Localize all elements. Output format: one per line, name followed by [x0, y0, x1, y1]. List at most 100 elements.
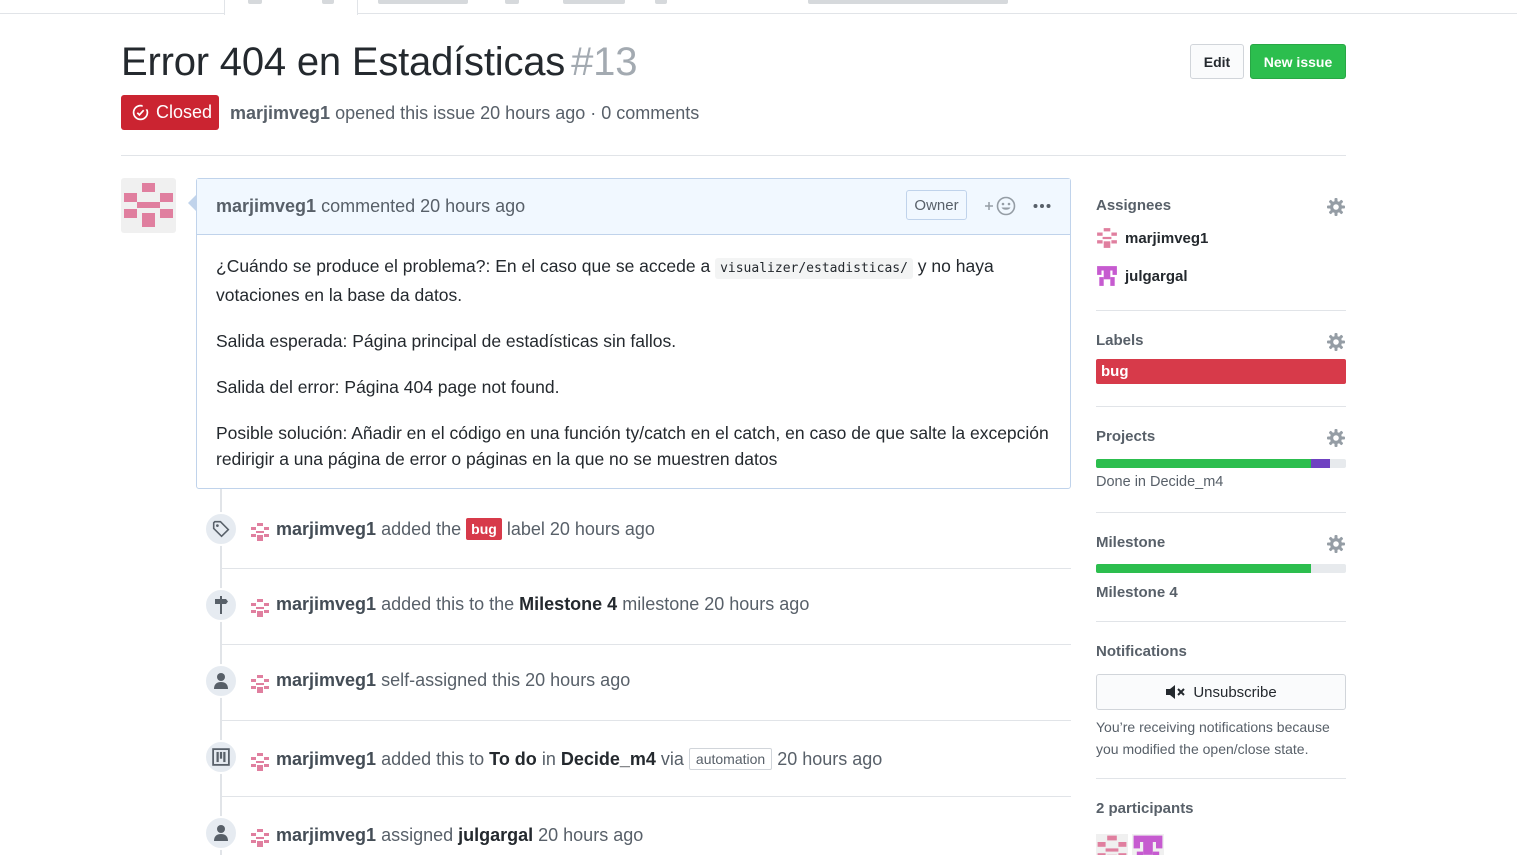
inline-code: visualizer/estadisticas/ [715, 258, 913, 279]
notification-reason: You’re receiving notifications because y… [1096, 719, 1330, 757]
sidebar-divider [1096, 621, 1346, 622]
issue-author-link[interactable]: marjimveg1 [230, 103, 330, 123]
actor-link[interactable]: marjimveg1 [276, 670, 376, 690]
project-column: To do [489, 749, 537, 769]
comment-paragraph: Salida esperada: Página principal de est… [216, 331, 677, 351]
identicon-marjimveg1 [124, 183, 173, 227]
event-text: marjimveg1 assigned julgargal 20 hours a… [276, 825, 643, 846]
header-divider [121, 155, 1346, 156]
event-text: marjimveg1 added this to To do in Decide… [276, 748, 882, 770]
issue-meta: marjimveg1 opened this issue 20 hours ag… [230, 103, 699, 124]
issue-title: Error 404 en Estadísticas #13 [121, 40, 637, 85]
mute-icon [1166, 685, 1186, 699]
gear-icon[interactable] [1326, 428, 1346, 448]
event-text: marjimveg1 self-assigned this 20 hours a… [276, 670, 630, 691]
assignee-name[interactable]: julgargal [1125, 268, 1188, 285]
assignee-link[interactable]: julgargal [458, 825, 533, 845]
event-badge [204, 512, 238, 546]
actor-link[interactable]: marjimveg1 [276, 825, 376, 845]
tab-issues-active[interactable] [224, 0, 358, 15]
person-icon [214, 673, 228, 689]
new-issue-button[interactable]: New issue [1250, 44, 1346, 79]
tab-insights-fragment[interactable] [808, 0, 1008, 4]
tab-counter-fragment [322, 0, 334, 4]
timeline-event: marjimveg1 added the bug label 20 hours … [196, 512, 1071, 588]
sidebar-divider [1096, 310, 1346, 311]
sidebar-heading: Assignees [1096, 197, 1172, 214]
actor-link[interactable]: marjimveg1 [276, 594, 376, 614]
event-text: marjimveg1 added the bug label 20 hours … [276, 518, 655, 540]
edit-button[interactable]: Edit [1190, 44, 1244, 79]
timeline-event: marjimveg1 assigned julgargal 20 hours a… [196, 816, 1071, 855]
tab-counter-fragment [655, 0, 667, 4]
gear-icon[interactable] [1326, 197, 1346, 217]
assignee-item[interactable]: marjimveg1 [1096, 227, 1208, 249]
comment-author-link[interactable]: marjimveg1 [216, 196, 316, 216]
actor-link[interactable]: marjimveg1 [276, 749, 376, 769]
event-text-part: in [536, 749, 561, 769]
progress-in-progress-segment [1311, 459, 1330, 468]
person-icon [214, 825, 228, 841]
event-badge [204, 588, 238, 622]
identicon-marjimveg1 [1097, 835, 1127, 855]
event-text-part: added this to [376, 749, 490, 769]
comment-text: ¿Cuándo se produce el problema?: En el c… [216, 256, 716, 276]
issue-title-text: Error 404 en Estadísticas [121, 40, 566, 84]
assignee-name[interactable]: marjimveg1 [1125, 230, 1208, 247]
gear-icon[interactable] [1326, 332, 1346, 352]
identicon-marjimveg1 [1097, 228, 1117, 248]
tab-icon-fragment [248, 0, 262, 4]
more-options-icon[interactable] [1033, 203, 1051, 209]
event-badge [204, 664, 238, 698]
milestone-link[interactable]: Milestone 4 [519, 594, 617, 614]
project-link[interactable]: Decide_m4 [561, 749, 656, 769]
event-text-part: label 20 hours ago [501, 519, 655, 539]
repo-tab-strip [0, 0, 1517, 15]
status-text: Closed [156, 102, 213, 122]
event-text-part: 20 hours ago [772, 749, 883, 769]
add-reaction-icon[interactable] [984, 195, 1018, 217]
sidebar-milestone: Milestone Milestone 4 [1096, 534, 1346, 604]
avatar[interactable] [121, 178, 176, 233]
participant-avatar[interactable] [1096, 834, 1128, 855]
event-badge [204, 740, 238, 774]
sidebar-heading: Projects [1096, 428, 1156, 445]
event-text-part: self-assigned this 20 hours ago [376, 670, 631, 690]
tab-pullrequests-fragment[interactable] [378, 0, 468, 4]
comment-body: ¿Cuándo se produce el problema?: En el c… [216, 253, 1056, 492]
event-divider [220, 720, 1071, 721]
unsubscribe-button[interactable]: Unsubscribe [1096, 674, 1346, 710]
tab-projects-fragment[interactable] [563, 0, 625, 4]
label-bug[interactable]: bug [466, 518, 502, 540]
actor-link[interactable]: marjimveg1 [276, 519, 376, 539]
event-text-part: via [655, 749, 689, 769]
sidebar-projects: Projects Done in Decide_m4 [1096, 428, 1346, 498]
comment-paragraph: Posible solución: Añadir en el código en… [216, 423, 1049, 469]
event-text: marjimveg1 added this to the Milestone 4… [276, 594, 809, 615]
progress-done-segment [1096, 564, 1311, 573]
event-text-part: assigned [376, 825, 459, 845]
sidebar-heading: Milestone [1096, 534, 1166, 551]
owner-badge: Owner [906, 190, 967, 220]
tag-icon [212, 520, 230, 538]
status-badge: Closed [121, 95, 219, 130]
sidebar-labels: Labels bug [1096, 332, 1346, 392]
label-bug[interactable]: bug [1096, 359, 1346, 384]
comment-action: commented 20 hours ago [316, 196, 526, 216]
event-divider [220, 568, 1071, 569]
sidebar-divider [1096, 406, 1346, 407]
identicon-marjimveg1 [251, 675, 269, 693]
project-status[interactable]: Done in Decide_m4 [1096, 474, 1223, 490]
sidebar-heading: Notifications [1096, 643, 1187, 660]
project-progress-bar [1096, 459, 1346, 468]
timeline-event: marjimveg1 added this to the Milestone 4… [196, 588, 1071, 664]
tab-counter-fragment [505, 0, 519, 4]
participant-avatar[interactable] [1132, 834, 1164, 855]
assignee-item[interactable]: julgargal [1096, 265, 1188, 287]
timeline-event: marjimveg1 added this to To do in Decide… [196, 740, 1071, 816]
unsubscribe-label: Unsubscribe [1193, 683, 1277, 701]
milestone-link[interactable]: Milestone 4 [1096, 584, 1178, 601]
event-text-part: 20 hours ago [533, 825, 644, 845]
gear-icon[interactable] [1326, 534, 1346, 554]
sidebar-divider [1096, 778, 1346, 779]
